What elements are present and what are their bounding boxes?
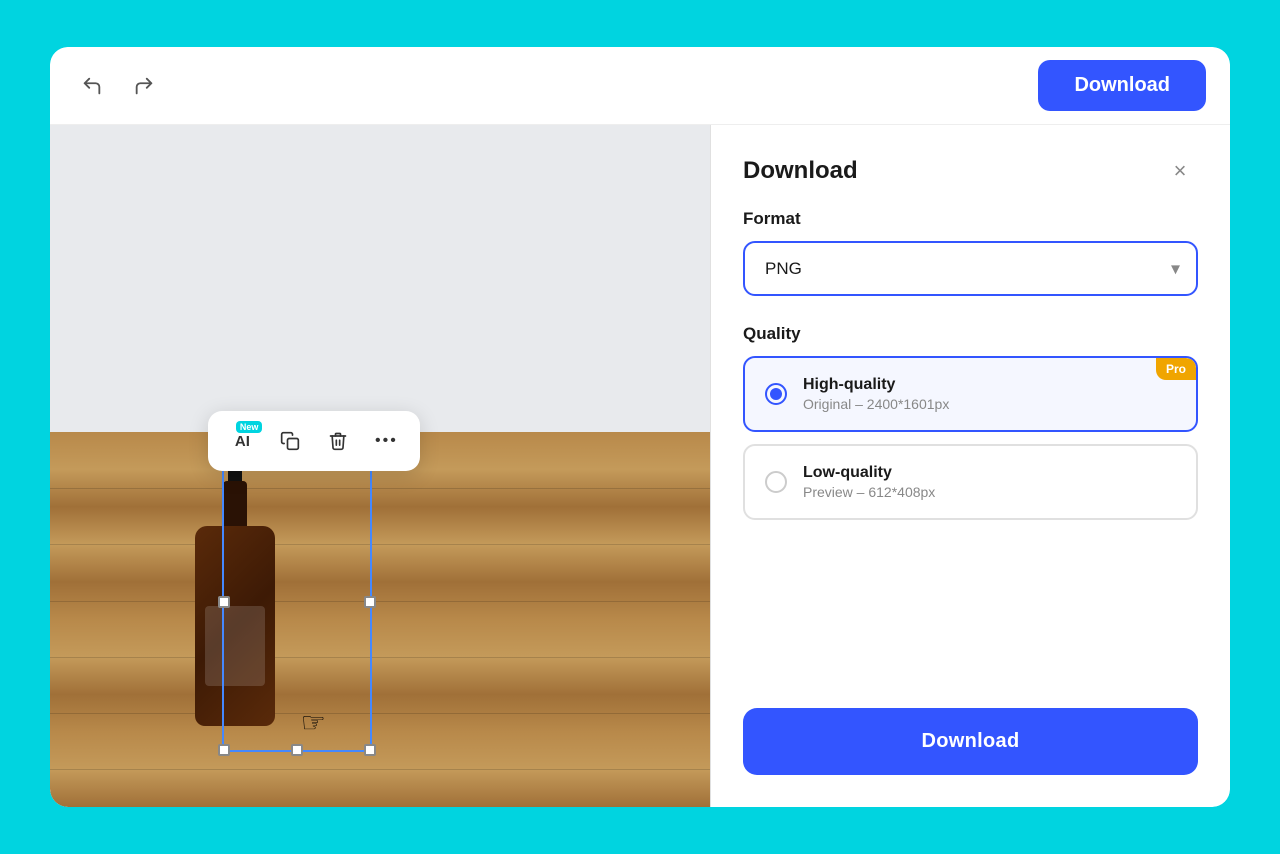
panel-title: Download [743, 157, 858, 185]
new-badge: New [236, 421, 263, 433]
more-options-button[interactable]: ••• [364, 419, 408, 463]
floating-toolbar: AI New [208, 411, 420, 471]
app-container: Download [50, 47, 1230, 807]
toolbar: Download [50, 47, 1230, 125]
quality-low-desc: Preview – 612*408px [803, 484, 1176, 500]
format-select-wrapper: PNG JPG SVG PDF ▾ [743, 241, 1198, 296]
radio-inner-high [770, 388, 782, 400]
quality-low-option[interactable]: Low-quality Preview – 612*408px [743, 444, 1198, 520]
quality-low-info: Low-quality Preview – 612*408px [803, 464, 1176, 500]
quality-section: Quality High-quality Original – 2400*160… [743, 324, 1198, 520]
redo-button[interactable] [126, 68, 162, 104]
quality-high-name: High-quality [803, 376, 1176, 394]
copy-tool-button[interactable] [268, 419, 312, 463]
wood-plank [50, 488, 710, 489]
main-content: AI New [50, 125, 1230, 807]
format-section: Format PNG JPG SVG PDF ▾ [743, 209, 1198, 296]
toolbar-left [74, 68, 162, 104]
selection-handle-br[interactable] [364, 744, 376, 756]
format-label: Format [743, 209, 1198, 229]
delete-tool-button[interactable] [316, 419, 360, 463]
download-panel: Download × Format PNG JPG SVG [710, 125, 1230, 807]
wood-plank [50, 601, 710, 602]
quality-high-option[interactable]: High-quality Original – 2400*1601px Pro [743, 356, 1198, 432]
canvas-background-wood [50, 432, 710, 807]
canvas-area[interactable]: AI New [50, 125, 710, 807]
selection-handle-mr[interactable] [364, 596, 376, 608]
ai-label: AI [235, 433, 250, 450]
selection-box [222, 452, 372, 752]
selection-handle-ml[interactable] [218, 596, 230, 608]
ai-tool-button[interactable]: AI New [220, 419, 264, 463]
main-download-button[interactable]: Download [743, 708, 1198, 775]
radio-high [765, 383, 787, 405]
quality-label: Quality [743, 324, 1198, 344]
wood-plank [50, 769, 710, 770]
radio-low [765, 471, 787, 493]
quality-high-info: High-quality Original – 2400*1601px [803, 376, 1176, 412]
quality-low-name: Low-quality [803, 464, 1176, 482]
panel-header: Download × [711, 125, 1230, 209]
selection-handle-bl[interactable] [218, 744, 230, 756]
wood-plank [50, 713, 710, 714]
canvas-background-top [50, 125, 710, 432]
format-select[interactable]: PNG JPG SVG PDF [743, 241, 1198, 296]
close-icon: × [1174, 158, 1187, 184]
quality-high-desc: Original – 2400*1601px [803, 396, 1176, 412]
close-panel-button[interactable]: × [1162, 153, 1198, 189]
pro-badge: Pro [1156, 358, 1196, 380]
panel-footer: Download [711, 688, 1230, 807]
undo-button[interactable] [74, 68, 110, 104]
more-dots: ••• [375, 432, 398, 450]
selection-handle-bm[interactable] [291, 744, 303, 756]
header-download-button[interactable]: Download [1038, 60, 1206, 111]
panel-body: Format PNG JPG SVG PDF ▾ [711, 209, 1230, 688]
wood-plank [50, 544, 710, 545]
editor-window: Download [50, 47, 1230, 807]
wood-plank [50, 657, 710, 658]
toolbar-right: Download [1038, 60, 1206, 111]
